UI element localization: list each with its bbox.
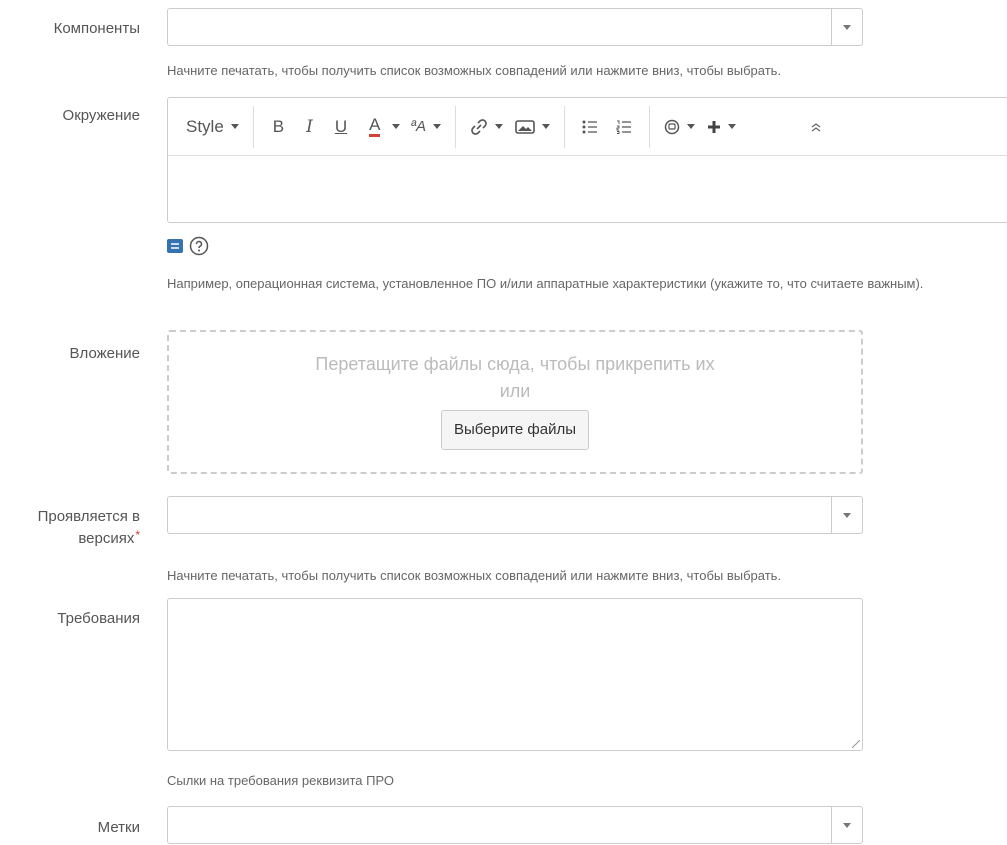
text-color-icon: A	[369, 116, 381, 137]
numbered-list-button[interactable]	[607, 112, 641, 142]
italic-button[interactable]: I	[295, 112, 324, 142]
attachment-dropzone[interactable]: Перетащите файлы сюда, чтобы прикрепить …	[167, 330, 863, 474]
editor-toolbar: Style B I U A ªA	[168, 98, 1007, 156]
text-color-button[interactable]: A	[358, 112, 404, 142]
text-size-icon: ªA	[410, 118, 427, 135]
environment-help-text: Например, операционная система, установл…	[167, 276, 924, 291]
affects-versions-label: Проявляется в версиях*	[0, 506, 140, 550]
environment-text-area[interactable]	[168, 156, 1007, 222]
toolbar-divider	[564, 105, 566, 148]
affects-versions-select[interactable]	[167, 496, 863, 534]
insert-more-button[interactable]	[701, 112, 742, 142]
requirements-help-text: Сылки на требования реквизита ПРО	[167, 773, 394, 788]
text-size-button[interactable]: ªA	[404, 112, 447, 142]
toolbar-divider	[455, 105, 457, 148]
toolbar-divider	[252, 105, 254, 148]
requirements-textarea[interactable]	[167, 598, 863, 751]
bullet-list-button[interactable]	[573, 112, 607, 142]
dropzone-or-text: или	[499, 381, 531, 401]
affects-versions-dropdown-button[interactable]	[831, 497, 862, 533]
toolbar-divider	[649, 105, 651, 148]
style-label: Style	[186, 116, 224, 136]
plus-icon	[708, 120, 721, 133]
numbered-list-icon	[616, 120, 632, 134]
required-marker: *	[135, 528, 140, 542]
image-icon	[515, 119, 535, 134]
emoticon-button[interactable]	[658, 112, 701, 142]
affects-versions-help-text: Начните печатать, чтобы получить список …	[167, 568, 782, 583]
italic-icon: I	[306, 116, 313, 137]
labels-dropdown-button[interactable]	[831, 807, 862, 843]
environment-editor[interactable]: Style B I U A ªA	[167, 97, 1007, 223]
chevron-down-icon	[728, 124, 737, 129]
chevron-down-icon	[687, 124, 696, 129]
chevron-down-icon	[392, 124, 401, 129]
wiki-markup-icon[interactable]	[167, 239, 183, 253]
style-dropdown[interactable]: Style	[180, 112, 245, 142]
help-icon[interactable]	[189, 236, 209, 256]
chevron-down-icon	[230, 124, 239, 129]
underline-icon: U	[334, 116, 348, 136]
collapse-toolbar-button[interactable]	[804, 112, 828, 142]
requirements-label: Требования	[57, 610, 140, 627]
labels-label: Метки	[97, 819, 140, 836]
link-icon	[471, 118, 487, 135]
chevron-down-icon	[495, 124, 504, 129]
underline-button[interactable]: U	[324, 112, 358, 142]
emoticon-icon	[664, 119, 680, 134]
resize-handle-icon[interactable]	[852, 740, 860, 748]
bold-button[interactable]: B	[262, 112, 295, 142]
image-button[interactable]	[509, 112, 556, 142]
chevron-down-icon	[843, 24, 851, 30]
bullet-list-icon	[582, 120, 598, 133]
components-select[interactable]	[167, 8, 863, 46]
choose-files-button[interactable]: Выберите файлы	[440, 410, 590, 450]
editor-mode-icons	[167, 236, 209, 256]
components-dropdown-button[interactable]	[831, 9, 862, 45]
chevron-down-icon	[433, 124, 442, 129]
chevron-down-icon	[843, 512, 851, 518]
affects-versions-label-text: Проявляется в версиях	[37, 508, 140, 547]
components-help-text: Начните печатать, чтобы получить список …	[167, 63, 782, 78]
collapse-icon	[811, 122, 821, 132]
environment-label: Окружение	[62, 107, 140, 124]
labels-select[interactable]	[167, 806, 863, 844]
chevron-down-icon	[843, 822, 851, 828]
dropzone-text: Перетащите файлы сюда, чтобы прикрепить …	[315, 354, 715, 374]
bold-icon: B	[272, 116, 285, 136]
chevron-down-icon	[542, 124, 551, 129]
components-label: Компоненты	[53, 20, 140, 37]
link-button[interactable]	[464, 112, 509, 142]
attachment-label: Вложение	[69, 345, 140, 362]
